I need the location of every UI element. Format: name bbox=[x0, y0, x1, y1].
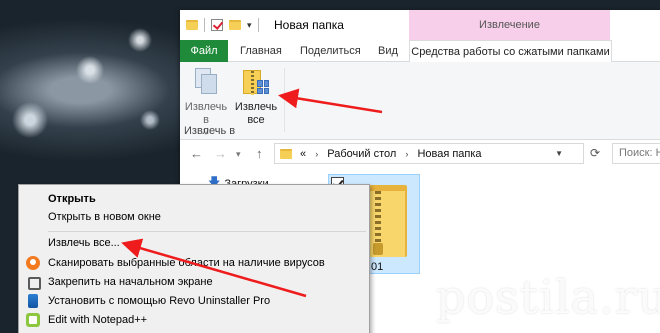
title-bar: ▾ Новая папка Извлечение bbox=[180, 10, 660, 40]
toolbar-divider bbox=[204, 18, 205, 32]
window-title: Новая папка bbox=[274, 18, 344, 32]
file-name: 01 bbox=[371, 261, 384, 273]
toolbar-divider bbox=[257, 18, 259, 32]
menu-item-open-new-window[interactable]: Открыть в новом окне bbox=[19, 206, 369, 228]
menu-item-edit-notepad[interactable]: Edit with Notepad++ bbox=[19, 309, 369, 331]
menu-item-label: Сканировать выбранные области на наличие… bbox=[48, 257, 325, 269]
ribbon-group-label: Извлечь в bbox=[184, 125, 236, 137]
refresh-icon[interactable]: ⟳ bbox=[590, 146, 600, 160]
properties-check-icon[interactable] bbox=[211, 19, 223, 31]
tab-share[interactable]: Поделиться bbox=[292, 40, 369, 62]
zip-folder-icon bbox=[243, 68, 269, 98]
ribbon-divider bbox=[284, 68, 285, 132]
antivirus-icon bbox=[26, 256, 40, 270]
menu-item-label: Закрепить на начальном экране bbox=[48, 276, 213, 288]
breadcrumb-new-folder[interactable]: Новая папка bbox=[417, 148, 481, 160]
breadcrumb-desktop[interactable]: Рабочий стол bbox=[327, 148, 396, 160]
ribbon-panel: Извлечь в ˅ Извлечь все Извлечь в bbox=[180, 62, 660, 140]
ribbon-tabs: Файл Главная Поделиться Вид Средства раб… bbox=[180, 40, 660, 63]
menu-item-label: Установить с помощью Revo Uninstaller Pr… bbox=[48, 295, 271, 307]
revo-uninstaller-icon bbox=[28, 294, 38, 308]
breadcrumb-separator-icon: › bbox=[405, 148, 409, 159]
extract-all-button[interactable]: Извлечь все bbox=[234, 68, 278, 127]
customize-toolbar-arrow-icon[interactable]: ▾ bbox=[247, 20, 252, 31]
documents-icon bbox=[193, 68, 219, 98]
context-menu: Открыть Открыть в новом окне Извлечь все… bbox=[18, 184, 370, 333]
address-bar: ← → ▾ ↑ « › Рабочий стол › Новая папка ▼… bbox=[180, 141, 660, 167]
context-tab-header: Извлечение bbox=[409, 10, 610, 40]
tab-home[interactable]: Главная bbox=[232, 40, 290, 62]
folder-icon[interactable] bbox=[186, 20, 198, 30]
recent-locations-chevron-icon[interactable]: ▾ bbox=[236, 149, 241, 160]
forward-arrow-icon[interactable]: → bbox=[214, 146, 227, 161]
new-folder-icon[interactable] bbox=[229, 20, 241, 30]
extract-to-label: Извлечь в bbox=[184, 101, 228, 126]
notepad-plus-plus-icon bbox=[26, 313, 40, 327]
folder-icon bbox=[280, 148, 292, 159]
pin-icon bbox=[26, 275, 41, 290]
back-arrow-icon[interactable]: ← bbox=[190, 146, 203, 161]
search-input[interactable]: Поиск: Н bbox=[612, 143, 660, 164]
quick-access-toolbar: ▾ bbox=[186, 18, 259, 32]
breadcrumb-overflow[interactable]: « bbox=[300, 148, 306, 160]
tab-view[interactable]: Вид bbox=[370, 40, 406, 62]
breadcrumb: « › Рабочий стол › Новая папка bbox=[300, 148, 482, 160]
breadcrumb-separator-icon: › bbox=[315, 148, 319, 159]
address-field[interactable]: « › Рабочий стол › Новая папка ▼ bbox=[274, 143, 584, 164]
address-history-chevron-icon[interactable]: ▼ bbox=[555, 149, 563, 158]
menu-item-extract-all[interactable]: Извлечь все... bbox=[19, 232, 369, 254]
tab-compressed-folder-tools[interactable]: Средства работы со сжатыми папками bbox=[409, 40, 612, 63]
up-arrow-icon[interactable]: ↑ bbox=[256, 146, 263, 161]
extract-all-label: Извлечь все bbox=[234, 101, 278, 126]
menu-item-label: Edit with Notepad++ bbox=[48, 314, 148, 326]
watermark: postila.ru bbox=[436, 270, 660, 324]
tab-file[interactable]: Файл bbox=[180, 40, 228, 62]
